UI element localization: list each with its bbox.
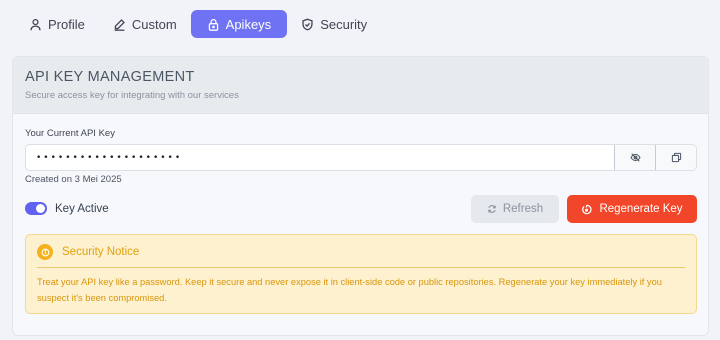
created-date: Created on 3 Mei 2025 [25,174,122,185]
lock-icon [208,18,218,31]
api-key-label: Your Current API Key [25,128,115,139]
api-key-input[interactable] [26,145,614,170]
regenerate-label: Regenerate Key [599,203,683,215]
key-active-toggle[interactable] [25,202,47,215]
shield-icon [302,18,313,30]
user-icon [30,18,41,30]
notice-divider [37,267,685,268]
tab-profile-label: Profile [48,16,85,32]
security-notice: Security Notice Treat your API key like … [25,234,697,314]
regenerate-icon [582,204,593,214]
tab-custom-label: Custom [131,16,177,32]
card-header: API KEY MANAGEMENT Secure access key for… [13,57,708,114]
tab-profile[interactable]: Profile [15,10,99,38]
api-key-card: API KEY MANAGEMENT Secure access key for… [12,56,709,336]
notice-text: Treat your API key like a password. Keep… [37,277,662,303]
notice-header: Security Notice [37,244,139,260]
regenerate-key-button[interactable]: Regenerate Key [567,195,697,223]
key-active-label: Key Active [55,202,109,215]
pen-icon [114,18,125,31]
copy-icon [671,152,681,163]
card-subtitle: Secure access key for integrating with o… [25,90,239,101]
copy-button[interactable] [655,145,696,170]
tab-security-label: Security [320,16,368,32]
refresh-button[interactable]: Refresh [471,195,559,223]
eye-off-icon [629,153,641,162]
settings-tabs: Profile Custom Apikeys Security [15,10,381,38]
tab-apikeys[interactable]: Apikeys [190,10,288,38]
refresh-label: Refresh [502,203,544,215]
tab-apikeys-label: Apikeys [225,16,272,32]
api-key-field-group [25,144,697,171]
card-title: API KEY MANAGEMENT [25,69,195,85]
tab-security[interactable]: Security [287,10,381,38]
toggle-visibility-button[interactable] [614,145,655,170]
key-active-control: Key Active [25,202,109,215]
refresh-icon [488,205,496,213]
notice-title: Security Notice [62,246,140,258]
tab-custom[interactable]: Custom [99,10,191,38]
info-icon [37,244,53,260]
